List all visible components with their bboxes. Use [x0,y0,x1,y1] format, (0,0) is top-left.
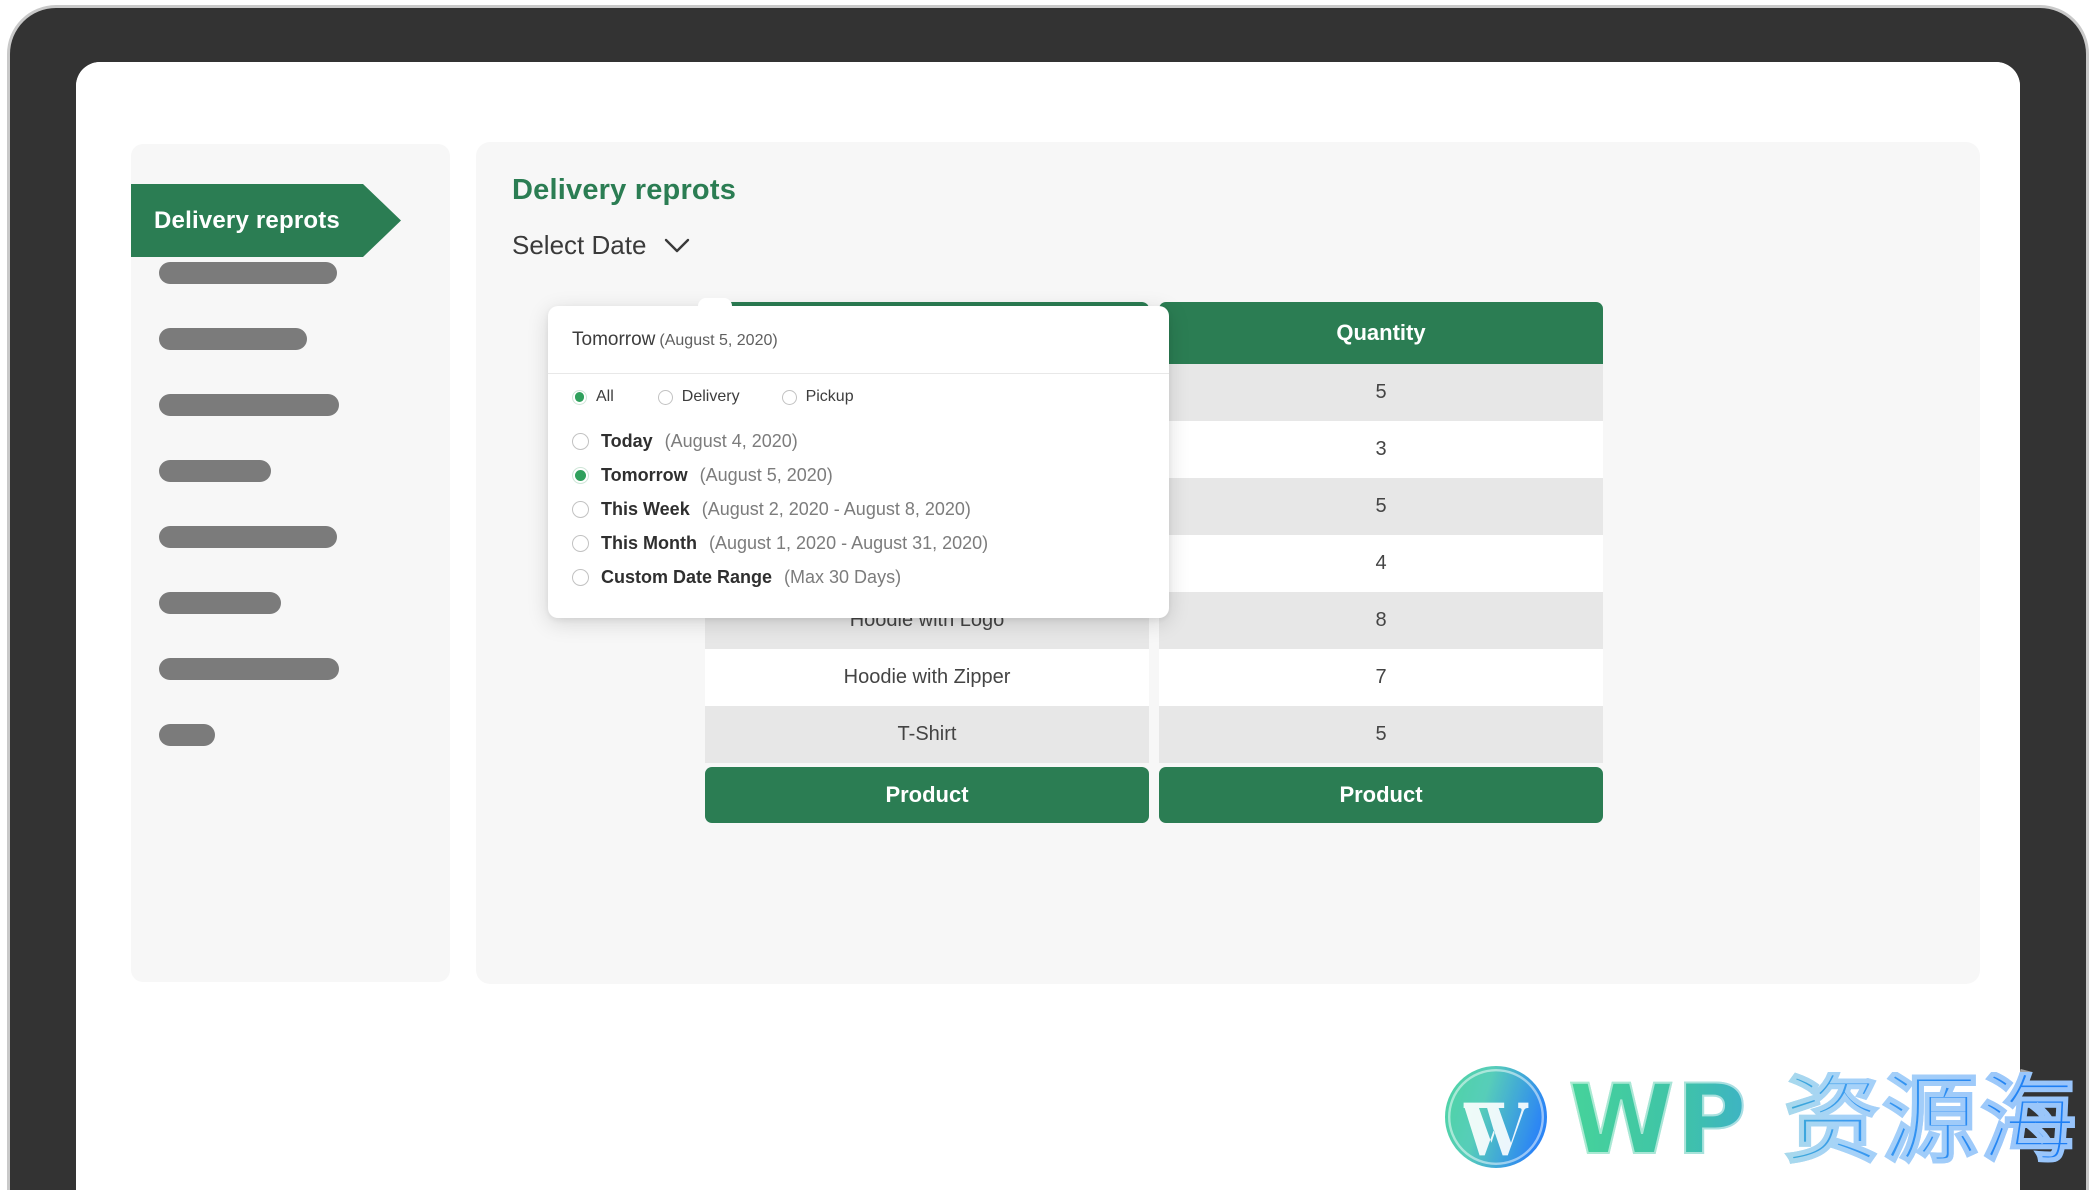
date-option-detail: (August 2, 2020 - August 8, 2020) [701,498,971,519]
date-option-label: Custom Date Range [601,566,773,587]
sidebar: Delivery reprots [131,144,450,982]
page-title: Delivery reprots [512,174,737,206]
table-cell: Hoodie with Zipper [705,649,1149,706]
select-date-dropdown-trigger[interactable]: Select Date [512,230,690,261]
radio-icon[interactable] [572,466,589,484]
date-option-today[interactable]: Today (August 4, 2020) [572,424,1153,458]
date-option-label: This Month [601,532,697,553]
table-footer-cell: Product [1159,767,1603,823]
table-column: Quantity 5 3 5 4 8 7 5 Product [1159,302,1603,823]
sidebar-placeholder-bar [159,460,271,482]
table-footer-cell: Product [705,767,1149,823]
date-option-custom-date-range[interactable]: Custom Date Range (Max 30 Days) [572,560,1153,594]
radio-icon[interactable] [657,389,673,405]
radio-icon[interactable] [572,568,589,586]
table-cell: 8 [1159,592,1603,649]
table-cell: 7 [1159,649,1603,706]
order-type-radio-all[interactable]: All [572,388,614,406]
main-content-card: Delivery reprots Select Date Hoodie with… [476,142,1980,984]
radio-icon[interactable] [781,389,797,405]
date-option-detail: (August 1, 2020 - August 31, 2020) [708,532,989,553]
date-option-this-month[interactable]: This Month (August 1, 2020 - August 31, … [572,526,1153,560]
app-root: Delivery reprots Delivery reprots Select… [76,62,2020,1190]
radio-icon[interactable] [572,432,589,450]
date-option-label: This Week [601,498,690,519]
date-option-detail: (August 4, 2020) [664,430,798,451]
date-option-label: Tomorrow [601,464,688,485]
dropdown-selected-value: Tomorrow (August 5, 2020) [548,306,1169,374]
sidebar-placeholder-bar [159,394,339,416]
order-type-label: Delivery [681,388,740,405]
order-type-radio-delivery[interactable]: Delivery [657,388,740,406]
table-header-cell: Quantity [1159,302,1603,364]
sidebar-placeholder-bar [159,328,307,350]
date-range-option-list: Today (August 4, 2020) Tomorrow (August 5… [572,424,1153,594]
device-screen: Delivery reprots Delivery reprots Select… [76,62,2020,1190]
radio-icon[interactable] [572,500,589,518]
sidebar-placeholder-bar [159,526,337,548]
sidebar-placeholder-bar [159,262,337,284]
device-frame: Delivery reprots Delivery reprots Select… [10,8,2086,1190]
date-filter-dropdown-panel[interactable]: Tomorrow (August 5, 2020) All Delivery Pick… [548,298,1169,618]
radio-icon[interactable] [572,534,589,552]
sidebar-placeholder-bar [159,724,215,746]
selected-date-label: Tomorrow [572,329,656,350]
table-cell: T-Shirt [705,706,1149,763]
date-option-detail: (August 5, 2020) [699,464,833,485]
table-cell: 4 [1159,535,1603,592]
table-cell: 5 [1159,706,1603,763]
date-option-detail: (Max 30 Days) [784,566,902,587]
table-cell: 5 [1159,364,1603,421]
sidebar-item-delivery-reports[interactable]: Delivery reprots [131,184,401,257]
table-cell: 3 [1159,421,1603,478]
date-option-label: Today [601,430,653,451]
sidebar-placeholder-bar [159,592,281,614]
radio-icon[interactable] [572,389,587,405]
order-type-radio-pickup[interactable]: Pickup [781,388,854,406]
select-date-label: Select Date [512,230,647,260]
order-type-filter-group: All Delivery Pickup [572,388,854,406]
table-cell: 5 [1159,478,1603,535]
date-option-this-week[interactable]: This Week (August 2, 2020 - August 8, 20… [572,492,1153,526]
chevron-down-icon [664,238,690,254]
order-type-label: All [596,388,614,405]
selected-date-detail: (August 5, 2020) [659,332,778,349]
order-type-label: Pickup [805,388,854,405]
date-option-tomorrow[interactable]: Tomorrow (August 5, 2020) [572,458,1153,492]
sidebar-placeholder-bar [159,658,339,680]
